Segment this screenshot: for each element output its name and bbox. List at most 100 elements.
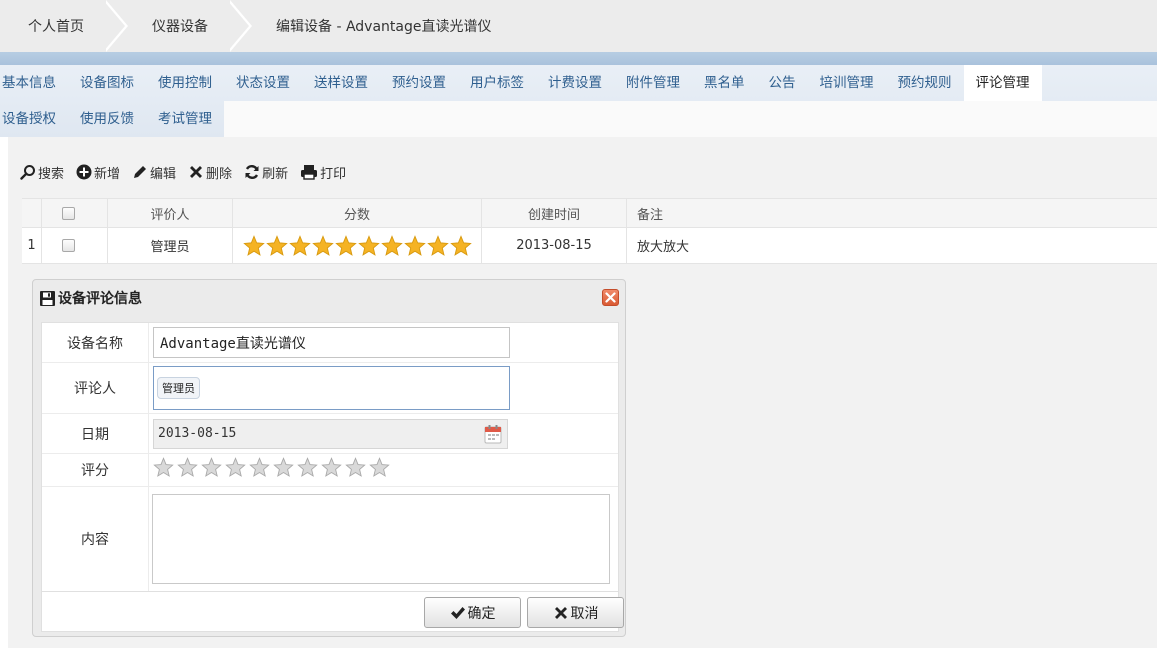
row-created: 2013-08-15 — [482, 228, 627, 263]
rating-star-icon[interactable] — [369, 457, 390, 478]
close-icon — [190, 166, 203, 178]
tab-device-icon[interactable]: 设备图标 — [68, 65, 146, 101]
comment-dialog: 设备评论信息 设备名称 Advantage直读光谱仪 评论人 管理员 日期 20… — [32, 279, 626, 637]
content-label: 内容 — [42, 487, 149, 591]
rating-star-icon[interactable] — [249, 457, 270, 478]
header-divider — [0, 52, 1157, 65]
tab-announcements[interactable]: 公告 — [757, 65, 808, 101]
close-icon — [554, 606, 567, 619]
save-icon — [40, 290, 55, 306]
reviewer-field[interactable]: 管理员 — [153, 366, 510, 410]
breadcrumb-devices[interactable]: 仪器设备 — [130, 0, 230, 52]
row-score — [233, 228, 482, 263]
breadcrumb-current: 编辑设备 - Advantage直读光谱仪 — [276, 19, 492, 35]
tab-device-authorization[interactable]: 设备授权 — [0, 101, 68, 137]
rating-star-icon[interactable] — [321, 457, 342, 478]
printer-icon — [301, 165, 318, 180]
star-icon — [265, 234, 288, 256]
tab-usage-control[interactable]: 使用控制 — [146, 65, 224, 101]
refresh-label: 刷新 — [262, 166, 289, 182]
tab-blacklist[interactable]: 黑名单 — [692, 65, 757, 101]
column-header-score[interactable]: 分数 — [233, 199, 482, 227]
refresh-button[interactable]: 刷新 — [244, 163, 288, 182]
toolbar: 搜索 新增 编辑 删除 刷新 打印 — [20, 155, 358, 189]
cancel-label: 取消 — [570, 605, 599, 622]
select-all-cell — [42, 199, 108, 227]
dialog-form: 设备名称 Advantage直读光谱仪 评论人 管理员 日期 2013-08-1… — [41, 322, 619, 592]
row-select-cell — [42, 228, 108, 263]
tab-bar: 基本信息 设备图标 使用控制 状态设置 送样设置 预约设置 用户标签 计费设置 … — [0, 65, 1157, 137]
field-row-rating: 评分 — [42, 454, 618, 487]
tab-billing-settings[interactable]: 计费设置 — [536, 65, 614, 101]
dialog-header[interactable]: 设备评论信息 — [33, 280, 625, 316]
cancel-button[interactable]: 取消 — [527, 597, 624, 628]
delete-button[interactable]: 删除 — [188, 163, 232, 182]
device-name-field[interactable]: Advantage直读光谱仪 — [153, 327, 510, 358]
field-row-reviewer: 评论人 管理员 — [42, 363, 618, 414]
column-header-created[interactable]: 创建时间 — [482, 199, 627, 227]
row-number-header — [22, 199, 42, 227]
pencil-icon — [134, 166, 147, 178]
date-field[interactable]: 2013-08-15 — [153, 418, 508, 449]
rating-star-icon[interactable] — [177, 457, 198, 478]
device-name-label: 设备名称 — [42, 323, 149, 362]
breadcrumb-home[interactable]: 个人首页 — [0, 0, 106, 52]
rating-star-icon[interactable] — [297, 457, 318, 478]
select-all-checkbox[interactable] — [62, 206, 75, 220]
rating-star-icon[interactable] — [345, 457, 366, 478]
tab-training[interactable]: 培训管理 — [808, 65, 886, 101]
close-icon — [605, 292, 616, 303]
tab-row-filler — [224, 101, 1157, 137]
add-button[interactable]: 新增 — [76, 163, 120, 182]
tab-comments[interactable]: 评论管理 — [963, 65, 1042, 101]
star-icon — [357, 234, 380, 256]
edit-button[interactable]: 编辑 — [132, 163, 176, 182]
star-icon — [380, 234, 403, 256]
add-label: 新增 — [94, 166, 121, 182]
search-button[interactable]: 搜索 — [20, 163, 64, 182]
tab-attachments[interactable]: 附件管理 — [614, 65, 692, 101]
content-textarea[interactable] — [152, 494, 610, 584]
dialog-title: 设备评论信息 — [58, 291, 142, 307]
column-header-reviewer[interactable]: 评价人 — [108, 199, 233, 227]
table-row[interactable]: 1 管理员 2013-08-15 放大放大 — [22, 228, 1157, 264]
check-icon — [450, 606, 465, 619]
score-stars — [242, 234, 472, 257]
dialog-close-button[interactable] — [602, 289, 619, 306]
tab-booking-rules[interactable]: 预约规则 — [886, 65, 964, 101]
print-label: 打印 — [320, 166, 347, 182]
tab-sample-settings[interactable]: 送样设置 — [302, 65, 380, 101]
star-icon — [449, 234, 472, 256]
star-icon — [311, 234, 334, 256]
table-header: 评价人 分数 创建时间 备注 — [22, 198, 1157, 228]
calendar-icon[interactable] — [484, 424, 502, 444]
tab-user-tags[interactable]: 用户标签 — [458, 65, 536, 101]
star-icon — [288, 234, 311, 256]
tab-exam-management[interactable]: 考试管理 — [146, 101, 224, 137]
reviewer-tag[interactable]: 管理员 — [157, 377, 200, 399]
rating-star-icon[interactable] — [225, 457, 246, 478]
column-header-note[interactable]: 备注 — [627, 199, 1157, 227]
breadcrumb: 个人首页 仪器设备 编辑设备 - Advantage直读光谱仪 — [0, 0, 1157, 52]
dialog-footer: 确定 取消 — [41, 592, 624, 632]
tab-basic-info[interactable]: 基本信息 — [0, 65, 68, 101]
star-icon — [426, 234, 449, 256]
tab-usage-feedback[interactable]: 使用反馈 — [68, 101, 146, 137]
breadcrumb-separator-icon — [227, 0, 254, 52]
search-label: 搜索 — [38, 166, 65, 182]
reviewer-label: 评论人 — [42, 363, 149, 413]
star-icon — [242, 234, 265, 256]
field-row-device: 设备名称 Advantage直读光谱仪 — [42, 323, 618, 363]
row-checkbox[interactable] — [62, 239, 75, 252]
rating-star-icon[interactable] — [273, 457, 294, 478]
field-row-date: 日期 2013-08-15 — [42, 414, 618, 454]
confirm-button[interactable]: 确定 — [424, 597, 521, 628]
tab-booking-settings[interactable]: 预约设置 — [380, 65, 458, 101]
date-label: 日期 — [42, 414, 149, 453]
rating-star-icon[interactable] — [153, 457, 174, 478]
tab-status-settings[interactable]: 状态设置 — [224, 65, 302, 101]
print-button[interactable]: 打印 — [300, 163, 346, 182]
rating-stars[interactable] — [153, 457, 390, 478]
plus-circle-icon — [76, 164, 92, 180]
rating-star-icon[interactable] — [201, 457, 222, 478]
